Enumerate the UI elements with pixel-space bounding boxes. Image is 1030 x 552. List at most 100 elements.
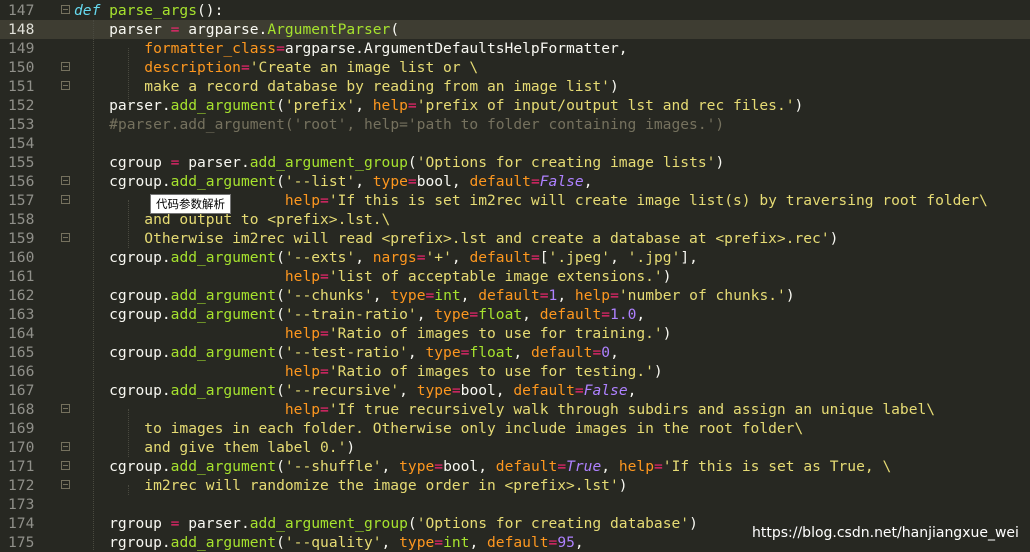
code-line[interactable]: 149 formatter_class=argparse.ArgumentDef… <box>0 39 1030 58</box>
code-line[interactable]: 168 help='If true recursively walk throu… <box>0 400 1030 419</box>
fold-marker-icon[interactable] <box>61 442 70 451</box>
code-text: im2rec will randomize the image order in… <box>74 476 627 495</box>
code-token: , <box>355 249 373 266</box>
code-line[interactable]: 161 help='list of acceptable image exten… <box>0 267 1030 286</box>
code-line[interactable]: 164 help='Ratio of images to use for tra… <box>0 324 1030 343</box>
code-token: '--quality' <box>284 534 382 551</box>
line-number: 165 <box>8 344 35 361</box>
code-token: rgroup. <box>74 534 171 551</box>
code-line[interactable]: 153 #parser.add_argument('root', help='p… <box>0 115 1030 134</box>
code-token: cgroup. <box>74 344 171 361</box>
code-line[interactable]: 160 cgroup.add_argument('--exts', nargs=… <box>0 248 1030 267</box>
code-token: = <box>320 268 329 285</box>
code-token: , <box>460 287 479 304</box>
code-token: = <box>592 344 602 361</box>
code-token: bool, <box>416 173 470 190</box>
fold-marker-icon[interactable] <box>61 62 70 71</box>
indent-guide <box>128 485 129 495</box>
code-token: , <box>381 534 400 551</box>
code-text: cgroup.add_argument('--exts', nargs='+',… <box>74 248 698 267</box>
code-editor[interactable]: 147 def parse_args(): 148 parser = argpars… <box>0 0 1030 551</box>
code-line[interactable]: 159 Otherwise im2rec will read <prefix>.… <box>0 229 1030 248</box>
code-token: cgroup. <box>74 249 171 266</box>
code-text: help='If true recursively walk through s… <box>74 400 935 419</box>
line-number: 149 <box>8 40 35 57</box>
code-token: ) <box>715 154 725 171</box>
code-token: = <box>434 534 444 551</box>
line-number: 157 <box>8 192 35 209</box>
code-token: ( <box>276 97 285 114</box>
code-token: add_argument <box>170 173 277 190</box>
code-token: ], <box>680 249 698 266</box>
line-number: 175 <box>8 534 35 551</box>
code-token: 'Create an image list or \ <box>249 59 479 76</box>
code-token: ( <box>390 21 400 38</box>
code-line[interactable]: 156 cgroup.add_argument('--list', type=b… <box>0 172 1030 191</box>
fold-marker-icon[interactable] <box>61 81 70 90</box>
code-line[interactable]: 170 and give them label 0.') <box>0 438 1030 457</box>
fold-marker-icon[interactable] <box>61 195 70 204</box>
code-token: ( <box>276 458 285 475</box>
code-line[interactable]: 148 parser = argparse.ArgumentParser( <box>0 20 1030 39</box>
code-token: ( <box>407 515 417 532</box>
fold-marker-icon[interactable] <box>61 461 70 470</box>
code-token: ( <box>276 306 285 323</box>
fold-marker-icon[interactable] <box>61 480 70 489</box>
code-token: help <box>372 97 408 114</box>
code-line[interactable]: 165 cgroup.add_argument('--test-ratio', … <box>0 343 1030 362</box>
code-token: cgroup. <box>74 287 171 304</box>
code-token: cgroup <box>74 154 171 171</box>
line-number: 173 <box>8 496 35 513</box>
code-text: parser.add_argument('prefix', help='pref… <box>74 96 803 115</box>
code-line[interactable]: 163 cgroup.add_argument('--train-ratio',… <box>0 305 1030 324</box>
code-token: = <box>425 287 435 304</box>
code-token: 'prefix of input/output lst and rec file… <box>416 97 795 114</box>
code-token: , <box>574 534 584 551</box>
code-token: ) <box>346 439 356 456</box>
code-line[interactable]: 167 cgroup.add_argument('--recursive', t… <box>0 381 1030 400</box>
code-line[interactable]: 171 cgroup.add_argument('--shuffle', typ… <box>0 457 1030 476</box>
code-token: float <box>469 344 514 361</box>
code-token: = <box>610 287 619 304</box>
code-token: nargs <box>372 249 417 266</box>
code-line[interactable]: 150 description='Create an image list or… <box>0 58 1030 77</box>
code-token: , <box>583 173 593 190</box>
code-token: 'If true recursively walk through subdir… <box>328 401 936 418</box>
code-token: int <box>434 287 461 304</box>
code-line[interactable]: 154 <box>0 134 1030 153</box>
code-line[interactable]: 166 help='Ratio of images to use for tes… <box>0 362 1030 381</box>
code-line[interactable]: 147 def parse_args(): <box>0 1 1030 20</box>
code-token: default <box>478 287 540 304</box>
fold-marker-icon[interactable] <box>61 176 70 185</box>
fold-marker-icon[interactable] <box>61 5 70 14</box>
code-token: 'number of chunks.' <box>618 287 786 304</box>
code-token: = <box>240 59 250 76</box>
code-token: (): <box>197 2 224 19</box>
code-line[interactable]: 173 <box>0 495 1030 514</box>
code-line[interactable]: 152 parser.add_argument('prefix', help='… <box>0 96 1030 115</box>
code-line[interactable]: 151 make a record database by reading fr… <box>0 77 1030 96</box>
code-text: cgroup.add_argument('--chunks', type=int… <box>74 286 794 305</box>
code-token: 1.0 <box>610 306 637 323</box>
code-token: type <box>399 458 435 475</box>
line-number: 161 <box>8 268 35 285</box>
code-line[interactable]: 172 im2rec will randomize the image orde… <box>0 476 1030 495</box>
code-line[interactable]: 169 to images in each folder. Otherwise … <box>0 419 1030 438</box>
code-line[interactable]: 155 cgroup = parser.add_argument_group('… <box>0 153 1030 172</box>
code-token: [ <box>539 249 549 266</box>
line-number: 154 <box>8 135 35 152</box>
line-number: 155 <box>8 154 35 171</box>
code-text: cgroup = parser.add_argument_group('Opti… <box>74 153 724 172</box>
line-number: 150 <box>8 59 35 76</box>
code-token: ) <box>689 515 698 532</box>
code-token: add_argument <box>170 534 277 551</box>
code-token: ) <box>794 97 804 114</box>
fold-marker-icon[interactable] <box>61 404 70 413</box>
line-number: 148 <box>8 21 35 38</box>
fold-marker-icon[interactable] <box>61 233 70 242</box>
code-text: cgroup.add_argument('--recursive', type=… <box>74 381 636 400</box>
code-line[interactable]: 162 cgroup.add_argument('--chunks', type… <box>0 286 1030 305</box>
code-token: , <box>522 306 540 323</box>
